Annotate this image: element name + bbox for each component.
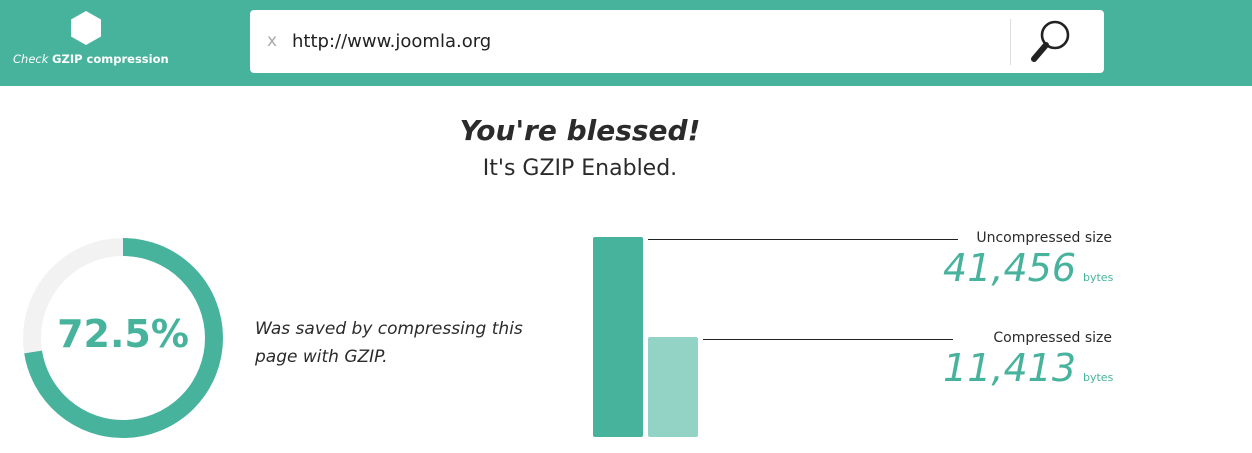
search-button[interactable]: [1021, 16, 1079, 68]
compressed-size-unit: bytes: [1083, 371, 1114, 384]
uncompressed-size-value: 41,456: [943, 246, 1076, 290]
logo-name: GZIP compression: [52, 52, 169, 66]
result-headline: You're blessed!: [459, 114, 701, 147]
search-bar: x: [250, 10, 1104, 73]
site-logo[interactable]: Check GZIP compression: [0, 8, 172, 70]
logo-prefix: Check: [13, 52, 49, 66]
result-subline: It's GZIP Enabled.: [482, 156, 678, 181]
logo-text: Check GZIP compression: [13, 52, 173, 66]
uncompressed-size-label: Uncompressed size: [976, 230, 1112, 246]
compressed-size-value: 11,413: [943, 346, 1076, 390]
uncompressed-size-bar: [593, 237, 643, 437]
magnifier-icon: [1031, 20, 1070, 62]
uncompressed-leader-line: [648, 239, 958, 240]
clear-button[interactable]: x: [267, 30, 277, 52]
compressed-leader-line: [703, 339, 953, 340]
savings-description: Was saved by compressing this page with …: [255, 319, 523, 367]
savings-percent: 72.5%: [57, 312, 189, 356]
uncompressed-size-unit: bytes: [1083, 271, 1114, 284]
compressed-size-bar: [648, 337, 698, 437]
hexagon-logo-icon: [71, 11, 101, 45]
top-header: Check GZIP compression x: [0, 0, 1252, 86]
url-input[interactable]: [292, 26, 992, 56]
search-divider: [1010, 19, 1011, 65]
compressed-size-label: Compressed size: [993, 330, 1112, 346]
